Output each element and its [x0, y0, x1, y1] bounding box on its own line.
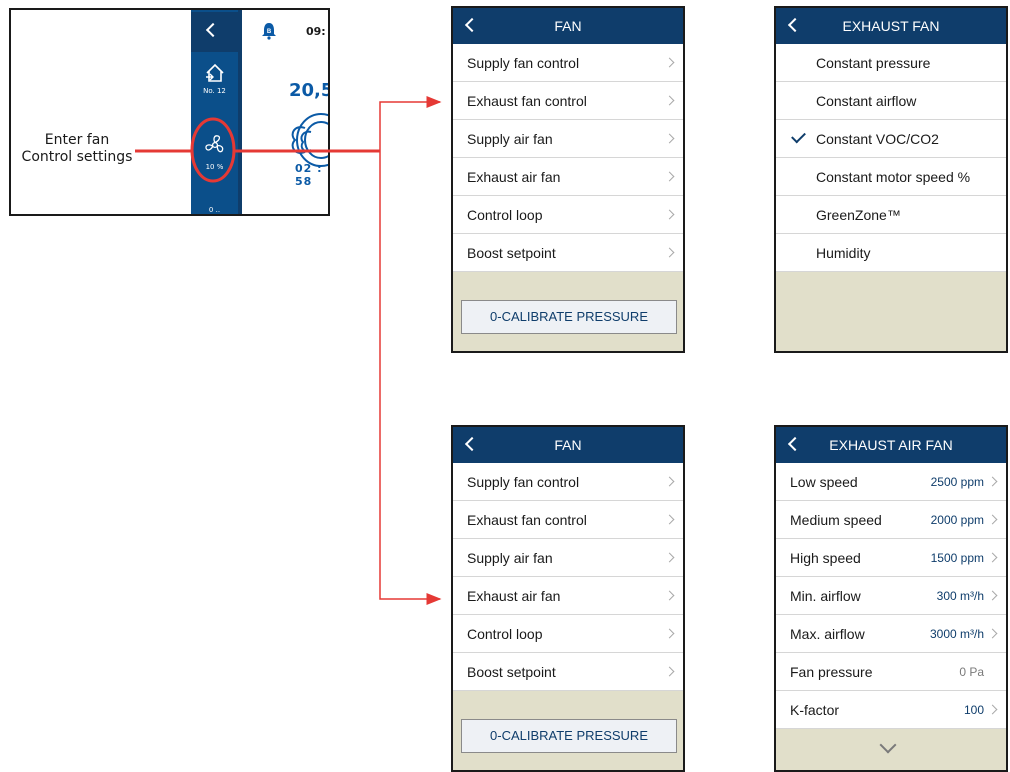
- chevron-right-icon: [664, 666, 675, 677]
- menu-item-exhaust-air-fan[interactable]: Exhaust air fan: [453, 577, 683, 615]
- option-label: GreenZone™: [816, 207, 901, 223]
- back-chevron-icon[interactable]: [464, 436, 480, 452]
- menu-item-label: Control loop: [467, 207, 543, 223]
- setting-label: Min. airflow: [790, 588, 861, 604]
- calibrate-pressure-button[interactable]: 0-CALIBRATE PRESSURE: [461, 719, 677, 753]
- menu-item-label: Supply air fan: [467, 131, 553, 147]
- fan-menu-header: FAN: [453, 8, 683, 44]
- chevron-right-icon: [987, 704, 998, 715]
- setting-k-factor[interactable]: K-factor 100: [776, 691, 1006, 729]
- option-constant-airflow[interactable]: Constant airflow: [776, 82, 1006, 120]
- menu-item-supply-fan-control[interactable]: Supply fan control: [453, 44, 683, 82]
- fan-menu-screen-bottom: FAN Supply fan control Exhaust fan contr…: [451, 425, 685, 772]
- fan-menu-title: FAN: [554, 437, 582, 453]
- menu-item-supply-air-fan[interactable]: Supply air fan: [453, 539, 683, 577]
- chevron-right-icon: [664, 552, 675, 563]
- setting-high-speed[interactable]: High speed 1500 ppm: [776, 539, 1006, 577]
- exhaust-fan-header: EXHAUST FAN: [776, 8, 1006, 44]
- setting-label: Max. airflow: [790, 626, 865, 642]
- menu-item-exhaust-fan-control[interactable]: Exhaust fan control: [453, 82, 683, 120]
- chevron-right-icon: [987, 514, 998, 525]
- option-humidity[interactable]: Humidity: [776, 234, 1006, 272]
- chevron-right-icon: [987, 590, 998, 601]
- setting-max-airflow[interactable]: Max. airflow 3000 m³/h: [776, 615, 1006, 653]
- menu-item-exhaust-fan-control[interactable]: Exhaust fan control: [453, 501, 683, 539]
- setting-label: Medium speed: [790, 512, 882, 528]
- setting-low-speed[interactable]: Low speed 2500 ppm: [776, 463, 1006, 501]
- setting-value: 300 m³/h: [936, 589, 984, 603]
- menu-item-label: Control loop: [467, 626, 543, 642]
- chevron-right-icon: [987, 476, 998, 487]
- chevron-right-icon: [664, 476, 675, 487]
- menu-item-supply-air-fan[interactable]: Supply air fan: [453, 120, 683, 158]
- chevron-right-icon: [987, 552, 998, 563]
- menu-item-exhaust-air-fan[interactable]: Exhaust air fan: [453, 158, 683, 196]
- menu-item-label: Supply air fan: [467, 550, 553, 566]
- setting-label: Low speed: [790, 474, 858, 490]
- fan-menu-screen-top: FAN Supply fan control Exhaust fan contr…: [451, 6, 685, 353]
- setting-medium-speed[interactable]: Medium speed 2000 ppm: [776, 501, 1006, 539]
- chevron-right-icon: [664, 95, 675, 106]
- exhaust-air-fan-screen: EXHAUST AIR FAN Low speed 2500 ppm Medium…: [774, 425, 1008, 772]
- setting-label: Fan pressure: [790, 664, 873, 680]
- setting-value: 100: [963, 703, 984, 717]
- chevron-right-icon: [664, 628, 675, 639]
- back-chevron-icon[interactable]: [787, 436, 803, 452]
- option-label: Constant VOC/CO2: [816, 131, 939, 147]
- setting-value: 0 Pa: [959, 665, 984, 679]
- option-greenzone[interactable]: GreenZone™: [776, 196, 1006, 234]
- fan-menu-header: FAN: [453, 427, 683, 463]
- menu-item-label: Exhaust fan control: [467, 512, 587, 528]
- back-chevron-icon[interactable]: [787, 17, 803, 33]
- menu-item-label: Exhaust air fan: [467, 588, 561, 604]
- chevron-right-icon: [664, 590, 675, 601]
- chevron-right-icon: [664, 171, 675, 182]
- menu-item-label: Supply fan control: [467, 474, 580, 490]
- fan-menu-title: FAN: [554, 18, 582, 34]
- menu-item-supply-fan-control[interactable]: Supply fan control: [453, 463, 683, 501]
- checkmark-icon: [791, 128, 806, 144]
- option-label: Constant pressure: [816, 55, 931, 71]
- exhaust-fan-title: EXHAUST FAN: [842, 18, 940, 34]
- menu-item-label: Boost setpoint: [467, 245, 556, 261]
- exhaust-fan-screen: EXHAUST FAN Constant pressure Constant a…: [774, 6, 1008, 353]
- option-constant-pressure[interactable]: Constant pressure: [776, 44, 1006, 82]
- setting-value: 3000 m³/h: [929, 627, 984, 641]
- option-label: Constant motor speed %: [816, 169, 971, 185]
- scroll-down-chevron-icon[interactable]: [879, 736, 897, 754]
- chevron-right-icon: [664, 514, 675, 525]
- menu-item-control-loop[interactable]: Control loop: [453, 615, 683, 653]
- calibrate-pressure-button[interactable]: 0-CALIBRATE PRESSURE: [461, 300, 677, 334]
- back-chevron-icon[interactable]: [464, 17, 480, 33]
- menu-item-label: Exhaust fan control: [467, 93, 587, 109]
- menu-item-label: Exhaust air fan: [467, 169, 561, 185]
- chevron-right-icon: [987, 628, 998, 639]
- arrow-to-exhaust-air-fan: [379, 151, 442, 605]
- menu-item-control-loop[interactable]: Control loop: [453, 196, 683, 234]
- option-label: Constant airflow: [816, 93, 917, 109]
- option-label: Humidity: [816, 245, 871, 261]
- chevron-right-icon: [664, 57, 675, 68]
- setting-value: 2500 ppm: [930, 475, 984, 489]
- setting-value: 1500 ppm: [930, 551, 984, 565]
- chevron-right-icon: [664, 209, 675, 220]
- chevron-right-icon: [664, 133, 675, 144]
- fan-button-highlight: [190, 117, 236, 183]
- setting-value: 2000 ppm: [930, 513, 984, 527]
- menu-item-boost-setpoint[interactable]: Boost setpoint: [453, 653, 683, 691]
- menu-item-label: Supply fan control: [467, 55, 580, 71]
- arrow-to-exhaust-fan-control: [379, 96, 442, 151]
- setting-label: K-factor: [790, 702, 840, 718]
- option-constant-motor-speed[interactable]: Constant motor speed %: [776, 158, 1006, 196]
- setting-fan-pressure: Fan pressure 0 Pa: [776, 653, 1006, 691]
- option-constant-voc-co2[interactable]: Constant VOC/CO2: [776, 120, 1006, 158]
- exhaust-air-fan-header: EXHAUST AIR FAN: [776, 427, 1006, 463]
- menu-item-boost-setpoint[interactable]: Boost setpoint: [453, 234, 683, 272]
- chevron-right-icon: [664, 247, 675, 258]
- setting-min-airflow[interactable]: Min. airflow 300 m³/h: [776, 577, 1006, 615]
- setting-label: High speed: [790, 550, 861, 566]
- exhaust-air-fan-title: EXHAUST AIR FAN: [829, 437, 953, 453]
- menu-item-label: Boost setpoint: [467, 664, 556, 680]
